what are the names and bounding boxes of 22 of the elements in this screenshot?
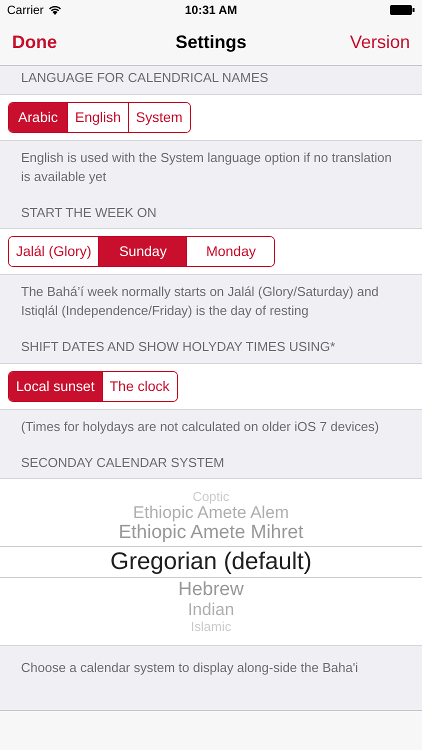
done-button[interactable]: Done [12, 29, 57, 56]
segment-tab[interactable]: Sunday [98, 237, 186, 266]
segment-tab[interactable]: Arabic [9, 102, 67, 132]
picker-option[interactable]: Gregorian (default) [110, 548, 312, 576]
section-footer: English is used with the System language option if no translation is available yet [21, 148, 401, 186]
wifi-icon [48, 5, 62, 15]
battery-icon [390, 5, 415, 15]
section-header: SHIFT DATES AND SHOW HOLYDAY TIMES USING* [21, 339, 336, 354]
section-footer: Choose a calendar system to display along-side the Baha'i [21, 658, 401, 677]
segment-tab[interactable]: Monday [186, 237, 274, 266]
version-button[interactable]: Version [350, 29, 410, 56]
section-header: SECONDAY CALENDAR SYSTEM [21, 454, 224, 470]
segment-tab[interactable]: System [128, 102, 190, 132]
clock-time: 10:31 AM [184, 2, 238, 19]
section-footer: The Bahá’í week normally starts on Jalál (Glory/Saturday) and Istiqlál (Independence/Friday) is the day of resting [21, 282, 401, 320]
section-header: LANGUAGE FOR CALENDRICAL NAMES [21, 70, 268, 85]
nav-title: Settings [176, 31, 246, 54]
segment-tab[interactable]: Local sunset [9, 372, 102, 400]
section-header: START THE WEEK ON [21, 204, 157, 220]
carrier-label: Carrier [7, 2, 44, 19]
section-footer: (Times for holydays are not calculated on older iOS 7 devices) [21, 416, 401, 436]
segment-tab[interactable]: The clock [102, 372, 177, 400]
